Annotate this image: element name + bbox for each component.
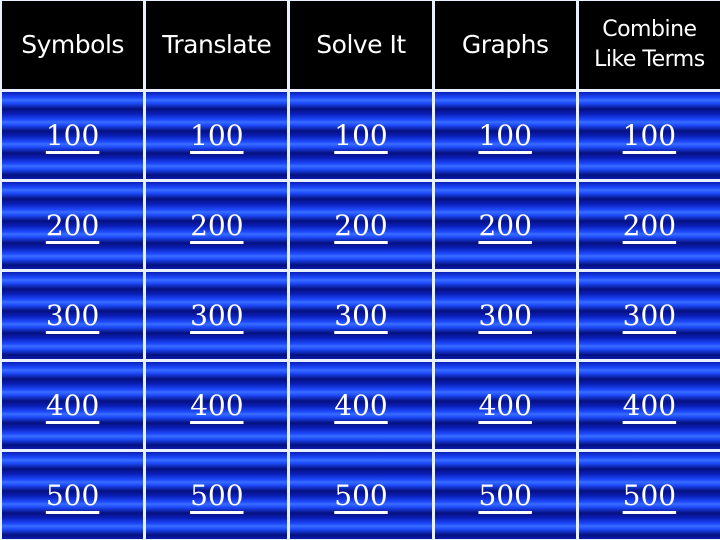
- question-link-1-100[interactable]: 100: [46, 119, 99, 152]
- question-cell[interactable]: 500: [2, 452, 144, 539]
- question-link-4-300[interactable]: 300: [478, 299, 531, 332]
- question-link-5-100[interactable]: 100: [623, 119, 676, 152]
- question-cell[interactable]: 100: [578, 92, 720, 179]
- question-link-3-500[interactable]: 500: [334, 479, 387, 512]
- question-cell[interactable]: 300: [578, 272, 720, 359]
- question-link-5-300[interactable]: 300: [623, 299, 676, 332]
- question-link-5-500[interactable]: 500: [623, 479, 676, 512]
- question-link-2-400[interactable]: 400: [190, 389, 243, 422]
- question-cell[interactable]: 300: [434, 272, 576, 359]
- question-link-4-200[interactable]: 200: [478, 209, 531, 242]
- question-cell[interactable]: 300: [290, 272, 432, 359]
- question-cell[interactable]: 200: [578, 182, 720, 269]
- question-cell[interactable]: 400: [146, 362, 288, 449]
- question-link-4-500[interactable]: 500: [478, 479, 531, 512]
- question-link-1-500[interactable]: 500: [46, 479, 99, 512]
- question-cell[interactable]: 400: [290, 362, 432, 449]
- question-link-2-200[interactable]: 200: [190, 209, 243, 242]
- question-link-2-500[interactable]: 500: [190, 479, 243, 512]
- question-link-1-300[interactable]: 300: [46, 299, 99, 332]
- question-cell[interactable]: 400: [434, 362, 576, 449]
- question-link-3-300[interactable]: 300: [334, 299, 387, 332]
- question-link-1-400[interactable]: 400: [46, 389, 99, 422]
- question-cell[interactable]: 100: [290, 92, 432, 179]
- question-link-2-300[interactable]: 300: [190, 299, 243, 332]
- question-link-5-400[interactable]: 400: [623, 389, 676, 422]
- question-cell[interactable]: 200: [146, 182, 288, 269]
- question-cell[interactable]: 500: [146, 452, 288, 539]
- category-header: Combine Like Terms: [578, 1, 720, 89]
- question-cell[interactable]: 100: [2, 92, 144, 179]
- question-cell[interactable]: 500: [578, 452, 720, 539]
- question-cell[interactable]: 200: [2, 182, 144, 269]
- question-link-4-400[interactable]: 400: [478, 389, 531, 422]
- question-link-1-200[interactable]: 200: [46, 209, 99, 242]
- question-link-4-100[interactable]: 100: [478, 119, 531, 152]
- question-cell[interactable]: 400: [578, 362, 720, 449]
- question-link-3-200[interactable]: 200: [334, 209, 387, 242]
- question-cell[interactable]: 100: [146, 92, 288, 179]
- question-cell[interactable]: 100: [434, 92, 576, 179]
- question-cell[interactable]: 200: [434, 182, 576, 269]
- category-header: Graphs: [434, 1, 576, 89]
- question-link-3-400[interactable]: 400: [334, 389, 387, 422]
- question-link-5-200[interactable]: 200: [623, 209, 676, 242]
- category-header: Translate: [146, 1, 288, 89]
- category-header: Solve It: [290, 1, 432, 89]
- question-cell[interactable]: 200: [290, 182, 432, 269]
- question-cell[interactable]: 300: [146, 272, 288, 359]
- question-link-3-100[interactable]: 100: [334, 119, 387, 152]
- question-cell[interactable]: 300: [2, 272, 144, 359]
- question-cell[interactable]: 400: [2, 362, 144, 449]
- question-cell[interactable]: 500: [434, 452, 576, 539]
- jeopardy-board: Symbols Translate Solve It Graphs Combine Li…: [0, 0, 720, 540]
- category-header: Symbols: [2, 1, 144, 89]
- question-cell[interactable]: 500: [290, 452, 432, 539]
- question-link-2-100[interactable]: 100: [190, 119, 243, 152]
